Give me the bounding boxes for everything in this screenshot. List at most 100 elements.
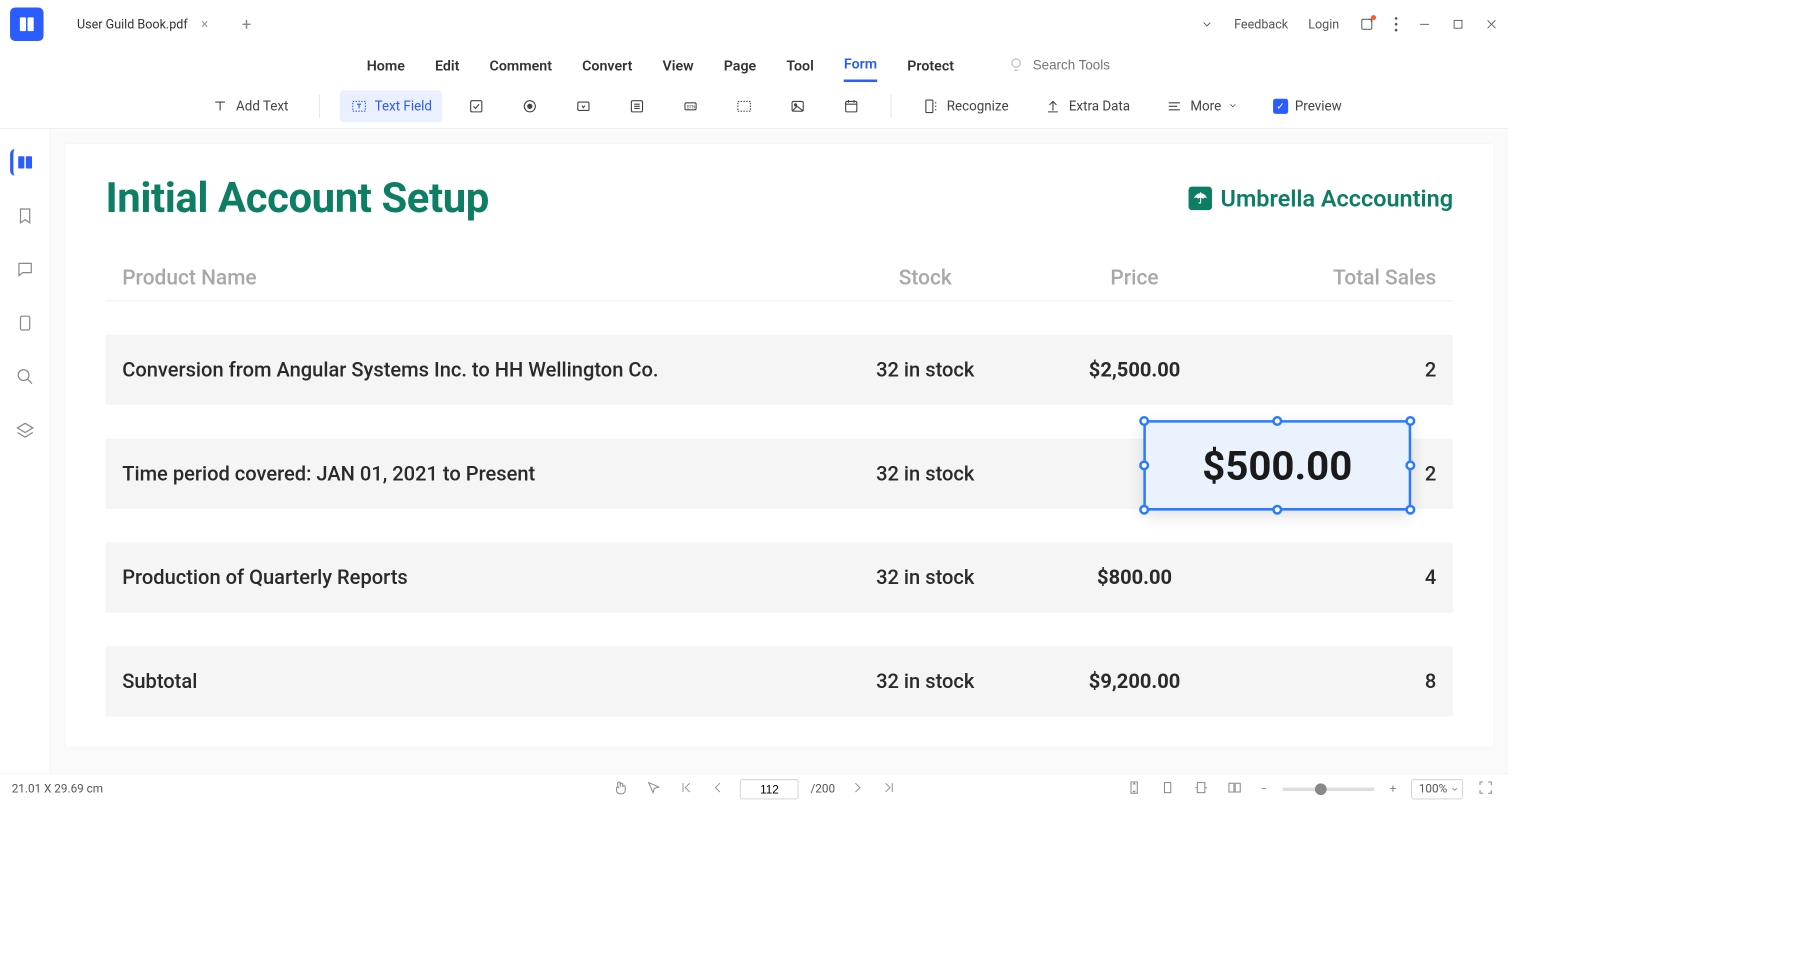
fit-width-icon[interactable]: [1190, 778, 1212, 800]
sidebar-thumbnails[interactable]: [10, 149, 37, 176]
checkbox-icon: [467, 97, 485, 115]
hand-tool-icon[interactable]: [610, 778, 632, 800]
zoom-select[interactable]: 100%: [1411, 779, 1463, 799]
date-field-button[interactable]: [832, 90, 871, 122]
resize-handle-nw[interactable]: [1139, 416, 1149, 426]
resize-handle-ne[interactable]: [1405, 416, 1415, 426]
recognize-icon: [922, 97, 940, 115]
search-tools-input[interactable]: [1033, 58, 1142, 73]
cell-name: Conversion from Angular Systems Inc. to …: [122, 358, 823, 381]
first-page-icon[interactable]: [677, 779, 697, 799]
more-button[interactable]: More: [1155, 90, 1248, 122]
cell-total: 8: [1242, 670, 1437, 693]
maximize-icon[interactable]: [1451, 17, 1464, 30]
text-icon: [211, 97, 229, 115]
two-page-icon[interactable]: [1224, 778, 1246, 800]
listbox-button[interactable]: [618, 90, 657, 122]
add-text-button[interactable]: Add Text: [201, 90, 299, 122]
slider-thumb[interactable]: [1315, 783, 1327, 795]
checkbox-button[interactable]: [457, 90, 496, 122]
fullscreen-icon[interactable]: [1475, 778, 1497, 800]
resize-handle-w[interactable]: [1139, 460, 1149, 470]
minimize-icon[interactable]: [1418, 17, 1431, 30]
cell-name: Production of Quarterly Reports: [122, 566, 823, 589]
resize-handle-s[interactable]: [1272, 505, 1282, 515]
cell-stock: 32 in stock: [823, 462, 1027, 485]
app-logo: [10, 7, 43, 40]
menu-page[interactable]: Page: [724, 51, 756, 81]
sidebar-comments[interactable]: [11, 256, 38, 283]
new-tab-button[interactable]: +: [242, 14, 252, 34]
preview-button[interactable]: ✓ Preview: [1263, 91, 1352, 120]
zoom-slider[interactable]: [1282, 787, 1374, 790]
dropdown-button[interactable]: [564, 90, 603, 122]
menu-protect[interactable]: Protect: [907, 51, 954, 81]
document-tab[interactable]: User Guild Book.pdf ×: [60, 9, 225, 38]
title-bar: User Guild Book.pdf × + Feedback Login: [0, 0, 1508, 49]
image-field-button[interactable]: [779, 90, 818, 122]
text-field-value: $500.00: [1202, 442, 1352, 490]
recognize-button[interactable]: Recognize: [912, 90, 1019, 122]
table-row: Time period covered: JAN 01, 2021 to Pre…: [105, 439, 1453, 509]
col-product-name: Product Name: [122, 266, 823, 290]
kebab-menu-icon[interactable]: [1394, 16, 1397, 31]
select-tool-icon[interactable]: [643, 778, 665, 800]
button-field-button[interactable]: BTN: [671, 90, 710, 122]
zoom-out-icon[interactable]: −: [1257, 781, 1270, 798]
resize-handle-sw[interactable]: [1139, 505, 1149, 515]
text-field-button[interactable]: Text Field: [339, 90, 442, 122]
workspace: Initial Account Setup ☂ Umbrella Acccoun…: [0, 129, 1508, 773]
signature-icon: [735, 97, 753, 115]
sidebar-layers[interactable]: [11, 417, 38, 444]
menu-form[interactable]: Form: [844, 49, 877, 82]
page-title: Initial Account Setup: [105, 174, 488, 223]
menu-view[interactable]: View: [663, 51, 694, 81]
selected-text-field[interactable]: $500.00: [1143, 420, 1411, 510]
cell-total: 2: [1242, 358, 1437, 381]
col-stock: Stock: [823, 266, 1027, 290]
status-bar: 21.01 X 29.69 cm /200 − + 100%: [0, 773, 1508, 803]
menu-tool[interactable]: Tool: [786, 51, 813, 81]
scroll-mode-icon[interactable]: [1123, 778, 1145, 800]
menu-bar: Home Edit Comment Convert View Page Tool…: [0, 49, 1508, 84]
col-total: Total Sales: [1242, 266, 1437, 290]
menu-home[interactable]: Home: [367, 51, 405, 81]
close-icon[interactable]: ×: [201, 16, 208, 32]
table-row: Production of Quarterly Reports 32 in st…: [105, 542, 1453, 612]
window-close-icon[interactable]: [1485, 17, 1498, 30]
company-brand: ☂ Umbrella Acccounting: [1189, 185, 1453, 213]
cell-price: $2,500.00: [1027, 358, 1241, 381]
chevron-down-icon[interactable]: [1201, 17, 1214, 30]
page-area[interactable]: Initial Account Setup ☂ Umbrella Acccoun…: [50, 129, 1508, 773]
document-page: Initial Account Setup ☂ Umbrella Acccoun…: [65, 144, 1493, 747]
radio-button[interactable]: [511, 90, 550, 122]
menu-edit[interactable]: Edit: [435, 51, 459, 81]
extra-data-button[interactable]: Extra Data: [1034, 90, 1140, 122]
zoom-in-icon[interactable]: +: [1386, 781, 1399, 798]
prev-page-icon[interactable]: [708, 779, 728, 799]
umbrella-icon: ☂: [1189, 187, 1212, 210]
chevron-down-icon: [1228, 98, 1238, 114]
single-page-icon[interactable]: [1157, 778, 1179, 800]
separator: [891, 94, 892, 117]
menu-convert[interactable]: Convert: [582, 51, 632, 81]
resize-handle-e[interactable]: [1405, 460, 1415, 470]
last-page-icon[interactable]: [879, 779, 899, 799]
more-label: More: [1190, 98, 1221, 114]
signature-button[interactable]: [725, 90, 764, 122]
menu-comment[interactable]: Comment: [490, 51, 552, 81]
radio-icon: [521, 97, 539, 115]
sidebar-attachments[interactable]: [11, 310, 38, 337]
page-number-input[interactable]: [740, 779, 799, 799]
notification-icon[interactable]: [1359, 16, 1374, 31]
sidebar-search[interactable]: [11, 363, 38, 390]
recognize-label: Recognize: [947, 98, 1009, 114]
resize-handle-n[interactable]: [1272, 416, 1282, 426]
resize-handle-se[interactable]: [1405, 505, 1415, 515]
sidebar-bookmarks[interactable]: [11, 203, 38, 230]
next-page-icon[interactable]: [847, 779, 867, 799]
table-row: Conversion from Angular Systems Inc. to …: [105, 335, 1453, 405]
add-text-label: Add Text: [236, 98, 288, 114]
login-link[interactable]: Login: [1308, 16, 1339, 31]
feedback-link[interactable]: Feedback: [1234, 16, 1288, 31]
